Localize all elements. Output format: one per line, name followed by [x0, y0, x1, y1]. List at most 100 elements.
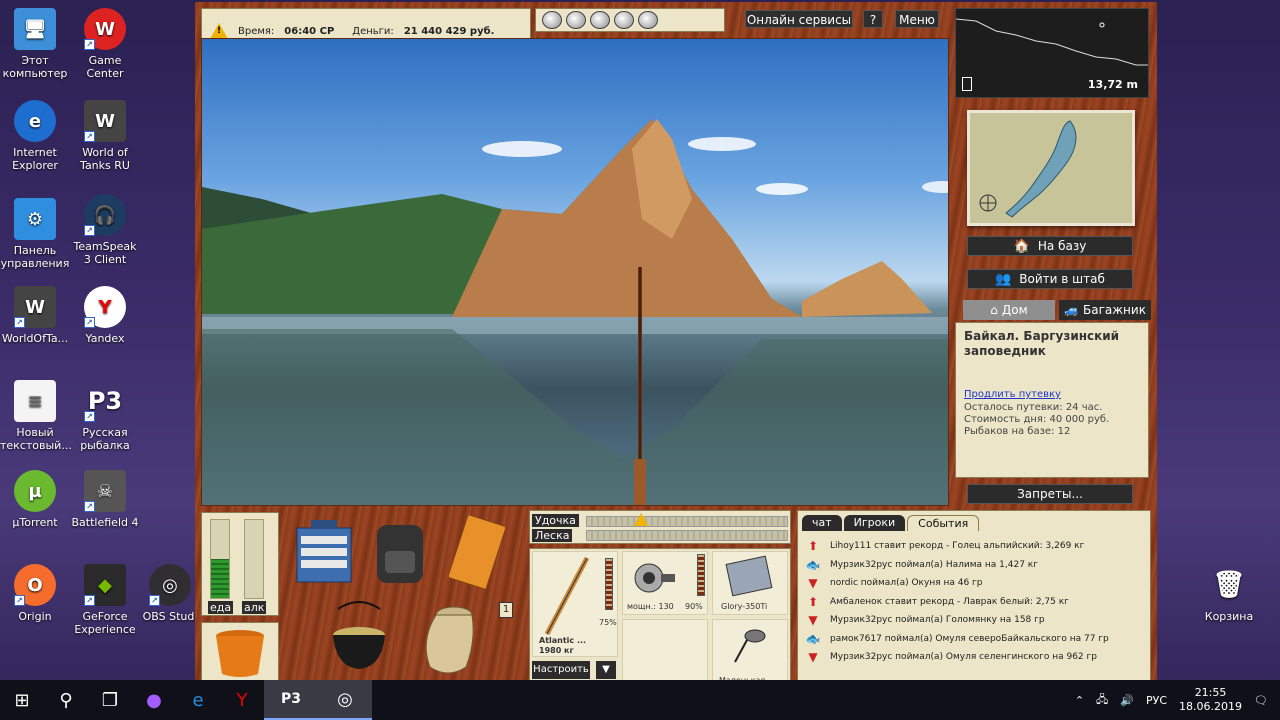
- depth-profile-chart: [955, 18, 1148, 66]
- search-button[interactable]: ⚲: [44, 680, 88, 720]
- warning-icon[interactable]: !: [210, 23, 228, 39]
- desktop-icon-obs[interactable]: ◎ ↗ OBS Studi: [140, 564, 200, 623]
- desktop-icon-recycle-bin[interactable]: 🗑 Корзина: [1194, 564, 1264, 624]
- backpack-item[interactable]: [371, 516, 429, 588]
- fishing-scene[interactable]: [201, 38, 949, 506]
- desktop-icon-control-panel[interactable]: ⚙ Панель управления: [0, 198, 70, 270]
- list-item: ▼ Мурзик32рус поймал(а) Омуля селенгинско…: [804, 648, 1144, 667]
- desktop-icon-origin[interactable]: O ↗ Origin: [0, 564, 70, 623]
- backpack-icon: [377, 525, 423, 583]
- tension-warning-icon: [634, 513, 648, 526]
- location-info-panel: Байкал. Баргузинский заповедник Продлить…: [955, 322, 1149, 478]
- house-icon: 🏠: [1013, 238, 1030, 254]
- reel-wear-bar: [697, 554, 705, 596]
- reel-slot[interactable]: мощн.: 130 90%: [622, 551, 708, 615]
- cauldron-item[interactable]: [329, 598, 389, 678]
- anglers-count: Рыбаков на базе: 12: [964, 426, 1071, 437]
- home-icon: ⌂: [990, 303, 998, 317]
- task-view-button[interactable]: ❐: [88, 680, 132, 720]
- lake-map[interactable]: [967, 110, 1135, 226]
- list-item: ▼ nordic поймал(а) Окуня на 46 гр: [804, 574, 1144, 593]
- tab-home[interactable]: ⌂ Дом: [963, 300, 1055, 320]
- alice-button[interactable]: ●: [132, 680, 176, 720]
- line-slot[interactable]: Glory-350Ti: [712, 551, 788, 615]
- list-item: 🐟 рамок7617 поймал(а) Омуля североБайкаль…: [805, 631, 1109, 646]
- to-base-button[interactable]: 🏠 На базу: [967, 236, 1133, 256]
- desktop-icon-text-file[interactable]: ≡ Новый текстовый...: [0, 380, 72, 452]
- obs-taskbar-button[interactable]: ◎: [318, 680, 372, 720]
- baikal-map-image: [979, 120, 1077, 218]
- desktop-icon-teamspeak[interactable]: 🎧 ↗ TeamSpeak 3 Client: [70, 194, 140, 266]
- notebook-item[interactable]: [447, 514, 507, 590]
- lake-scene-image: [202, 119, 948, 505]
- desktop-icon-geforce[interactable]: ◆ ↗ GeForce Experience: [70, 564, 140, 636]
- float-icon: ▼: [808, 650, 818, 665]
- extend-permit-link[interactable]: Продлить путевку: [964, 389, 1140, 400]
- edge-button[interactable]: e: [176, 680, 220, 720]
- bucket-slot[interactable]: [201, 622, 279, 684]
- list-item: ⬆ Lihoy111 ставит рекорд - Голец альпийск…: [804, 537, 1144, 556]
- desktop-icon-game-center[interactable]: W ↗ Game Center: [70, 8, 140, 80]
- rf3-taskbar-button[interactable]: P3: [264, 680, 318, 720]
- home-trunk-tabs: ⌂ Дом 🚙 Багажник: [963, 300, 1151, 320]
- bait-slot-icon[interactable]: [638, 11, 658, 29]
- clock[interactable]: 21:55 18.06.2019: [1179, 686, 1242, 714]
- tab-events[interactable]: События: [907, 515, 980, 531]
- car-icon: 🚙: [1064, 303, 1079, 317]
- desktop-icon-computer[interactable]: 🖥 Этот компьютер: [0, 8, 70, 80]
- rod-slot[interactable]: 75% Atlantic ... 1980 кг: [532, 551, 618, 657]
- fish-icon: 🐟: [805, 557, 821, 572]
- language-indicator[interactable]: РУС: [1146, 694, 1167, 707]
- line-spool-icon: [725, 555, 773, 597]
- desktop-icon-rf3[interactable]: P3 ↗ Русская рыбалка: [70, 380, 140, 453]
- reel-percent: 90%: [685, 602, 703, 611]
- rf3-icon: P3 ↗: [84, 380, 126, 422]
- desktop-icon-bf4[interactable]: ☠ ↗ Battlefield 4: [70, 470, 140, 529]
- setup-button[interactable]: Настроить: [532, 661, 590, 679]
- rod-label: Удочка: [532, 514, 579, 527]
- desktop-icon-wot[interactable]: W ↗ World of Tanks RU: [70, 100, 140, 172]
- yandex-icon: Y: [236, 689, 248, 711]
- record-icon: ⬆: [807, 594, 819, 609]
- bait-slot-icon[interactable]: [614, 11, 634, 29]
- menu-button[interactable]: Меню: [895, 10, 939, 28]
- volume-icon[interactable]: 🔊: [1120, 694, 1134, 707]
- keepnet-item[interactable]: [413, 600, 481, 680]
- depth-minimap[interactable]: 13,72 m: [955, 8, 1149, 98]
- windows-icon: ⊞: [14, 689, 30, 711]
- bait-slot-icon[interactable]: [542, 11, 562, 29]
- tackle-panel: 75% Atlantic ... 1980 кг мощн.: 130 90% …: [529, 548, 791, 685]
- desktop-icon-utorrent[interactable]: µ µTorrent: [0, 470, 70, 529]
- yandex-taskbar-button[interactable]: Y: [220, 680, 264, 720]
- food-label: еда: [208, 601, 234, 614]
- tab-players[interactable]: Игроки: [843, 515, 906, 531]
- enter-hq-button[interactable]: 👥 Войти в штаб: [967, 269, 1133, 289]
- tab-chat[interactable]: чат: [802, 515, 842, 531]
- rod-percent: 75%: [599, 618, 617, 627]
- desktop-icon-ie[interactable]: e Internet Explorer: [0, 100, 70, 172]
- rf3-icon: P3: [280, 691, 301, 707]
- money-label: Деньги:: [352, 25, 394, 37]
- help-button[interactable]: ?: [863, 10, 883, 28]
- online-services-button[interactable]: Онлайн сервисы: [745, 10, 853, 28]
- notifications-icon[interactable]: 🗨: [1254, 694, 1268, 707]
- chevron-up-icon[interactable]: ⌃: [1075, 694, 1084, 707]
- game-center-icon: W ↗: [84, 8, 126, 50]
- edge-icon: e: [192, 689, 204, 711]
- start-button[interactable]: ⊞: [0, 680, 44, 720]
- tab-trunk[interactable]: 🚙 Багажник: [1059, 300, 1151, 320]
- bans-button[interactable]: Запреты...: [967, 484, 1133, 504]
- list-item: ⬆ Амбаленок ставит рекорд - Лаврак белый:…: [804, 593, 1144, 612]
- network-icon[interactable]: 🖧: [1096, 691, 1108, 710]
- empty-slot[interactable]: [622, 619, 708, 683]
- tackle-box-item[interactable]: [291, 516, 357, 588]
- lure-slot[interactable]: Маленькая: [712, 619, 788, 685]
- bait-slot-icon[interactable]: [590, 11, 610, 29]
- setup-dropdown-button[interactable]: ▼: [596, 661, 616, 679]
- recycle-bin-icon: 🗑: [1212, 569, 1246, 600]
- desktop-icon-yandex[interactable]: Y ↗ Yandex: [70, 286, 140, 345]
- search-icon: ⚲: [59, 689, 73, 711]
- desktop-icon-wot2[interactable]: W ↗ WorldOfTa...: [0, 286, 70, 345]
- list-item: 🐟 Мурзик32рус поймал(а) Налима на 1,427 к…: [805, 557, 1038, 572]
- bait-slot-icon[interactable]: [566, 11, 586, 29]
